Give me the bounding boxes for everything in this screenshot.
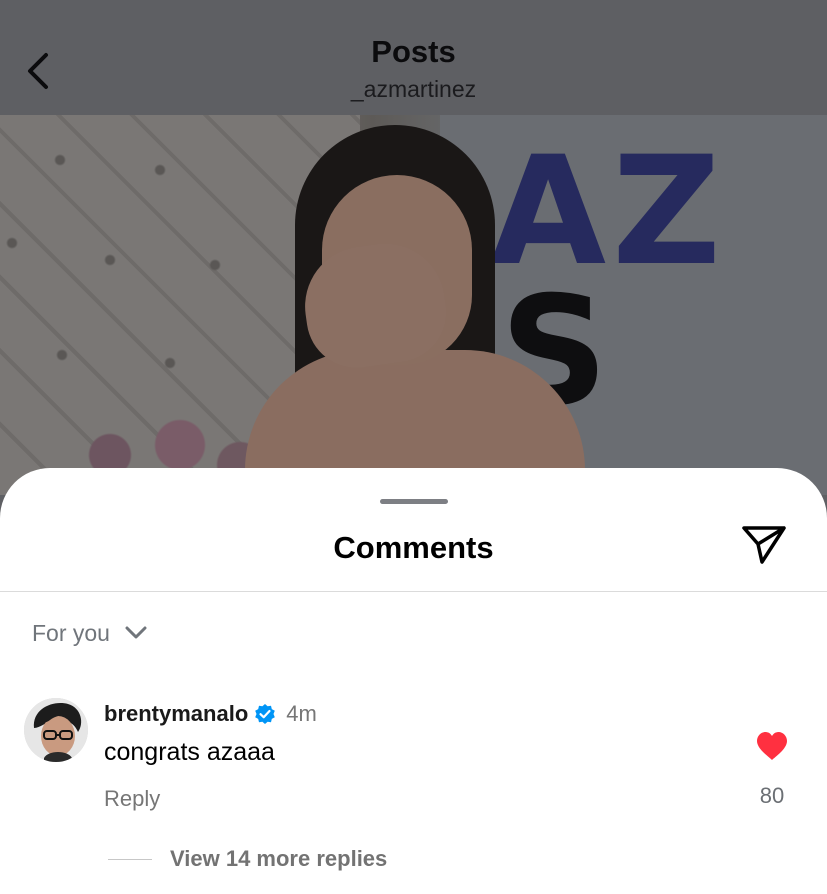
like-count: 80 — [759, 783, 785, 808]
sheet-divider — [0, 591, 827, 592]
sort-dropdown[interactable]: For you — [32, 616, 148, 650]
replies-divider-line — [108, 858, 152, 860]
heart-icon — [757, 732, 787, 760]
page-title: Posts — [371, 34, 456, 69]
verified-badge-icon — [255, 704, 276, 724]
sort-label: For you — [32, 619, 110, 646]
user-avatar-image — [24, 698, 88, 762]
reply-button[interactable]: Reply — [104, 786, 160, 812]
sheet-drag-handle[interactable] — [380, 499, 448, 504]
view-replies-label: View 14 more replies — [170, 846, 388, 871]
view-replies-button[interactable]: View 14 more replies — [108, 846, 387, 872]
comment-item: brentymanalo 4m congrats azaaa Reply 80 — [24, 698, 804, 818]
comments-sheet: Comments For you brentymanalo 4m congrat… — [0, 468, 827, 894]
comment-username[interactable]: brentymanalo — [104, 701, 248, 727]
post-photo: AZ S — [0, 115, 827, 495]
top-nav-bar: Posts _azmartinez — [0, 0, 827, 115]
share-button[interactable] — [738, 522, 790, 568]
chevron-down-icon — [125, 626, 147, 639]
comments-title: Comments — [333, 530, 494, 565]
paper-plane-icon — [742, 526, 786, 564]
avatar[interactable] — [24, 698, 88, 762]
comment-timestamp: 4m — [286, 701, 317, 726]
post-author-username[interactable]: _azmartinez — [0, 76, 827, 103]
comment-text: congrats azaaa — [104, 738, 275, 766]
like-button[interactable] — [752, 728, 792, 764]
comment-header: brentymanalo 4m — [104, 701, 317, 727]
